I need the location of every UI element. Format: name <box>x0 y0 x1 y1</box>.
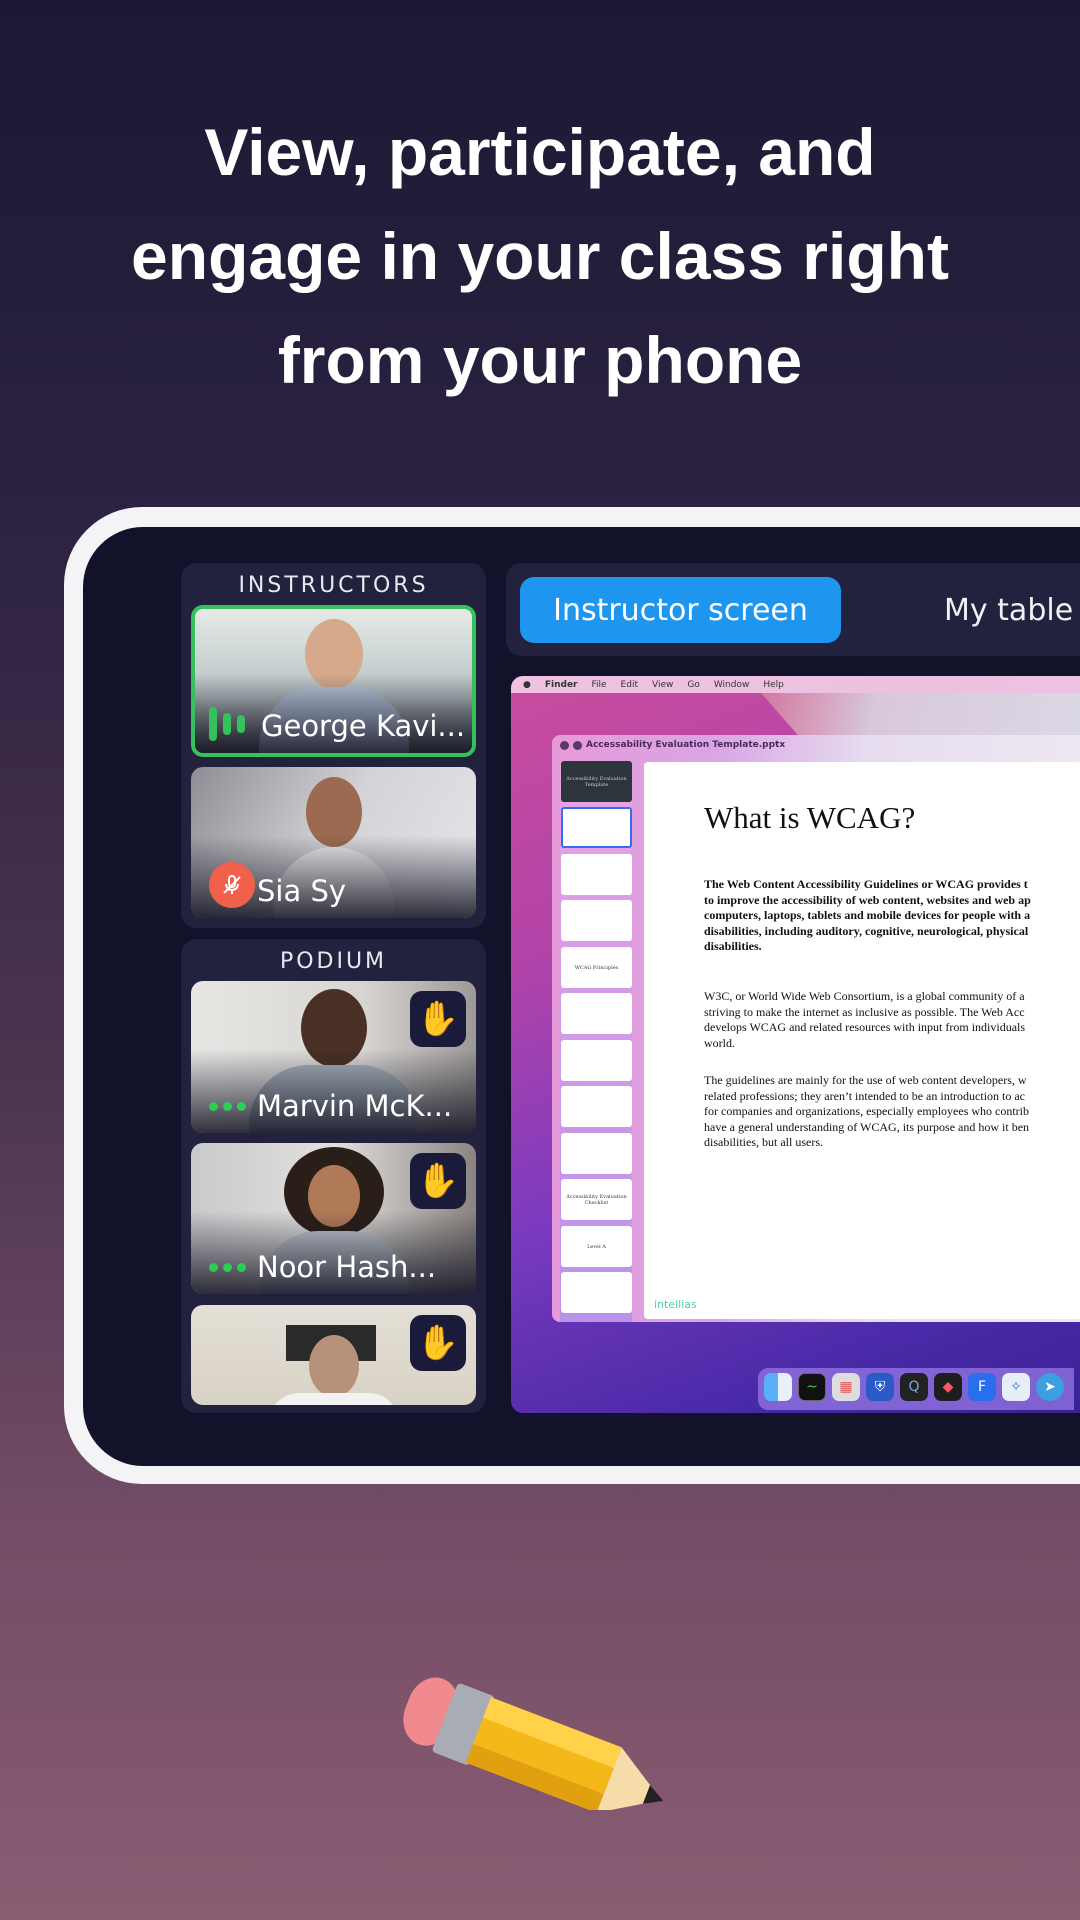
slide-thumbnail: WCAG Principles <box>561 947 632 988</box>
slide-thumbnail: Accessibility Evaluation Template <box>561 761 632 802</box>
window-title: Accessability Evaluation Template.pptx <box>586 740 786 750</box>
audio-dots-icon <box>209 1102 246 1111</box>
finder-icon[interactable] <box>764 1373 792 1401</box>
safari-icon[interactable]: ✧ <box>1002 1373 1030 1401</box>
close-icon <box>560 740 569 750</box>
instructors-panel: INSTRUCTORS George Kavi... Sia Sy <box>181 563 486 928</box>
view-tabs: Instructor screen My table <box>506 563 1080 656</box>
telegram-icon[interactable]: ➤ <box>1036 1373 1064 1401</box>
pencil-icon <box>403 1677 664 1810</box>
minimize-icon <box>573 740 582 750</box>
mic-muted-icon <box>209 862 255 908</box>
menu-go: Go <box>687 679 700 690</box>
current-slide: What is WCAG? The Web Content Accessibil… <box>644 762 1080 1319</box>
slide-paragraph: The guidelines are mainly for the use of… <box>704 1073 1030 1149</box>
mac-dock: ~ ▦ ⛨ Q ◆ F ✧ ➤ <box>758 1368 1074 1410</box>
raised-hand-icon: ✋ <box>410 1315 466 1371</box>
activity-monitor-icon[interactable]: ~ <box>798 1373 826 1401</box>
shield-vpn-icon[interactable]: ⛨ <box>866 1373 894 1401</box>
framer-icon[interactable]: F <box>968 1373 996 1401</box>
video-tile-participant[interactable]: ✋ <box>191 1305 476 1405</box>
slide-title: What is WCAG? <box>704 800 916 835</box>
menu-window: Window <box>713 679 750 690</box>
headline-line-1: View, participate, and <box>204 115 876 189</box>
raised-hand-icon: ✋ <box>410 991 466 1047</box>
presentation-window: Accessability Evaluation Template.pptx A… <box>552 735 1080 1322</box>
menu-file: File <box>591 679 607 690</box>
headline-line-2: engage in your class right <box>131 219 949 293</box>
video-tile-noor[interactable]: ✋ Noor Hash... <box>191 1143 476 1294</box>
slide-thumbnail: Level A <box>561 1226 632 1267</box>
slide-thumbnail: Accessibility Evaluation Checklist <box>561 1179 632 1220</box>
slide-thumbnail <box>561 854 632 895</box>
slide-thumbnail <box>561 1086 632 1127</box>
slide-thumbnail <box>561 1040 632 1081</box>
menu-view: View <box>651 679 674 690</box>
video-tile-sia[interactable]: Sia Sy <box>191 767 476 918</box>
slide-thumbnail <box>561 993 632 1034</box>
mac-menubar: ● Finder File Edit View Go Window Help <box>511 676 1080 693</box>
intellias-logo: intellias <box>654 1298 697 1311</box>
participant-name: Noor Hash... <box>257 1250 437 1284</box>
slide-thumbnail <box>561 807 632 848</box>
window-titlebar: Accessability Evaluation Template.pptx <box>560 740 785 750</box>
slide-paragraph-bold: The Web Content Accessibility Guidelines… <box>704 877 1031 953</box>
raised-hand-icon: ✋ <box>410 1153 466 1209</box>
slide-thumbnail <box>561 900 632 941</box>
participant-name: Marvin McK... <box>257 1089 453 1123</box>
video-tile-george[interactable]: George Kavi... <box>191 605 476 757</box>
headline: View, participate, and engage in your cl… <box>0 100 1080 412</box>
audio-dots-icon <box>209 1263 246 1272</box>
headline-line-3: from your phone <box>277 323 803 397</box>
menu-help: Help <box>763 679 784 690</box>
podium-title: PODIUM <box>279 949 388 974</box>
video-tile-marvin[interactable]: ✋ Marvin McK... <box>191 981 476 1133</box>
figma-icon[interactable]: ◆ <box>934 1373 962 1401</box>
menu-edit: Edit <box>620 679 638 690</box>
menu-finder: Finder <box>544 679 578 690</box>
participant-name: George Kavi... <box>261 709 466 743</box>
slide-paragraph: W3C, or World Wide Web Consortium, is a … <box>704 989 1026 1050</box>
quicktime-icon[interactable]: Q <box>900 1373 928 1401</box>
speaking-indicator-icon <box>209 707 245 741</box>
slide-thumbnails: Accessibility Evaluation Template WCAG P… <box>560 761 632 1322</box>
participant-video <box>308 1335 359 1397</box>
launchpad-icon[interactable]: ▦ <box>832 1373 860 1401</box>
slide-thumbnail <box>561 1133 632 1174</box>
instructors-title: INSTRUCTORS <box>238 573 429 598</box>
shared-screen: ● Finder File Edit View Go Window Help A… <box>511 676 1080 1413</box>
tab-instructor-screen[interactable]: Instructor screen <box>520 577 841 643</box>
slide-thumbnail <box>561 1272 632 1313</box>
participant-body <box>268 1393 399 1405</box>
classroom-app: INSTRUCTORS George Kavi... Sia Sy PODIUM… <box>83 527 1080 1466</box>
participant-name: Sia Sy <box>257 874 347 908</box>
apple-icon: ● <box>523 679 531 690</box>
podium-panel: PODIUM ✋ Marvin McK... ✋ Noor Hash... ✋ <box>181 939 486 1413</box>
tablet-frame: INSTRUCTORS George Kavi... Sia Sy PODIUM… <box>64 507 1080 1484</box>
tab-my-table[interactable]: My table <box>944 577 1073 643</box>
